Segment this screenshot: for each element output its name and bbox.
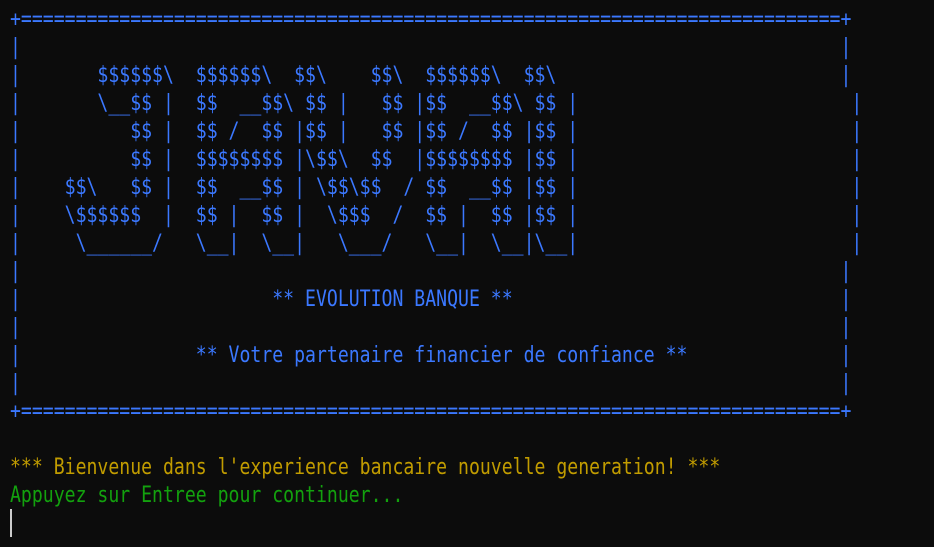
banner-line: | | bbox=[10, 35, 852, 60]
banner-logo-line: | $$ | $$$$$$$$ |\$$\ $$ |$$$$$$$$ |$$ |… bbox=[10, 147, 863, 172]
continue-prompt: Appuyez sur Entree pour continuer... bbox=[10, 483, 404, 508]
banner-logo-line: | $$ | $$ / $$ |$$ | $$ |$$ / $$ |$$ | | bbox=[10, 119, 863, 144]
banner-line: | | bbox=[10, 371, 852, 396]
banner-logo-line: | \______/ \__| \__| \___/ \__| \__|\__|… bbox=[10, 231, 863, 256]
tagline-line: | ** Votre partenaire financier de confi… bbox=[10, 343, 852, 368]
welcome-message: *** Bienvenue dans l'experience bancaire… bbox=[10, 455, 721, 480]
banner-logo-line: | \__$$ | $$ __$$\ $$ | $$ |$$ __$$\ $$ … bbox=[10, 91, 863, 116]
banner-logo-line: | $$$$$$\ $$$$$$\ $$\ $$\ $$$$$$\ $$\ | bbox=[10, 63, 852, 88]
banner-logo-line: | \$$$$$$ | $$ | $$ | \$$$ / $$ | $$ |$$… bbox=[10, 203, 863, 228]
banner-logo-line: | $$\ $$ | $$ __$$ | \$$\$$ / $$ __$$ |$… bbox=[10, 175, 863, 200]
terminal-window[interactable]: +=======================================… bbox=[0, 0, 934, 547]
bank-name-line: | ** EVOLUTION BANQUE ** | bbox=[10, 287, 852, 312]
banner-border-bottom: +=======================================… bbox=[10, 399, 852, 424]
text-cursor[interactable] bbox=[10, 509, 12, 537]
banner-border-top: +=======================================… bbox=[10, 7, 852, 32]
banner-line: | | bbox=[10, 315, 852, 340]
banner-line: | | bbox=[10, 259, 852, 284]
